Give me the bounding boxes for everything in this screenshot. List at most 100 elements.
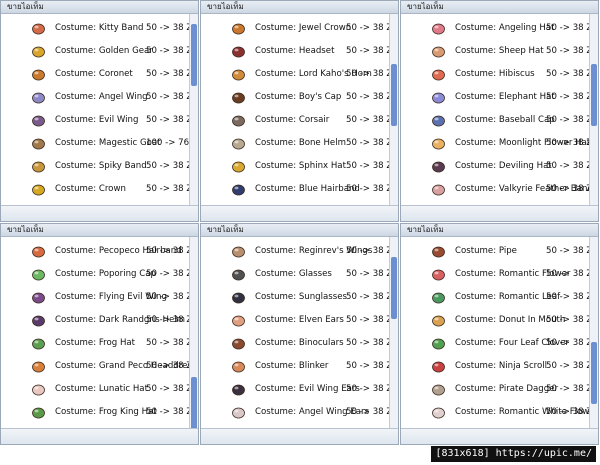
list-item[interactable]: Costume: Frog King Hat 50 -> 38 Z (1, 401, 189, 424)
vertical-scrollbar[interactable] (189, 237, 198, 439)
list-item[interactable]: Costume: Crown 50 -> 38 Z (1, 178, 189, 201)
scrollbar-thumb[interactable] (591, 342, 597, 404)
list-item[interactable]: Costume: Pirate Dagger 50 -> 38 Z (401, 378, 589, 401)
list-item[interactable]: Costume: Blue Hairband 50 -> 38 Z (201, 178, 389, 201)
scrollbar-thumb[interactable] (391, 257, 397, 319)
costume-item-icon (32, 315, 45, 327)
list-item[interactable]: Costume: Dark Randgris Helm 50 -> 38 Z (1, 309, 189, 332)
list-item[interactable]: Costume: Romantic Flower 50 -> 38 Z (401, 263, 589, 286)
list-item[interactable]: Costume: Elephant Hat 50 -> 38 Z (401, 86, 589, 109)
scrollbar-thumb[interactable] (391, 64, 397, 126)
shop-window-4: ขายไอเท็ม Costume: Pecopeco Hairband 50 ->… (0, 223, 199, 445)
list-item[interactable]: Costume: Pecopeco Hairband 50 -> 38 Z (1, 240, 189, 263)
item-name: Costume: Pecopeco Hairband (55, 246, 182, 256)
list-item[interactable]: Costume: Deviling Hat 50 -> 38 Z (401, 155, 589, 178)
item-price: 50 -> 38 Z (346, 315, 389, 325)
item-price: 50 -> 38 Z (146, 23, 189, 33)
list-item[interactable]: Costume: Angeling Hat 50 -> 38 Z (401, 17, 589, 40)
item-name: Costume: Corsair (255, 115, 330, 125)
costume-item-icon (232, 361, 245, 373)
costume-item-icon (432, 246, 445, 258)
item-name: Costume: Sheep Hat (455, 46, 544, 56)
list-item[interactable]: Costume: Donut In Mouth 50 -> 38 Z (401, 309, 589, 332)
list-item[interactable]: Costume: Headset 50 -> 38 Z (201, 40, 389, 63)
list-item[interactable]: Costume: Kitty Band 50 -> 38 Z (1, 17, 189, 40)
costume-item-icon (32, 338, 45, 350)
list-item[interactable]: Costume: Ninja Scroll 50 -> 38 Z (401, 355, 589, 378)
item-price: 50 -> 38 Z (346, 384, 389, 394)
list-item[interactable]: Costume: Corsair 50 -> 38 Z (201, 109, 389, 132)
list-item[interactable]: Costume: Baseball Cap 50 -> 38 Z (401, 109, 589, 132)
item-price: 50 -> 38 Z (346, 361, 389, 371)
window-title[interactable]: ขายไอเท็ม (201, 224, 398, 237)
list-item[interactable]: Costume: Coronet 50 -> 38 Z (1, 63, 189, 86)
list-item[interactable]: Costume: Glasses 50 -> 38 Z (201, 263, 389, 286)
window-title[interactable]: ขายไอเท็ม (401, 1, 598, 14)
list-item[interactable]: Costume: Angel Wing 50 -> 38 Z (1, 86, 189, 109)
list-item[interactable]: Costume: Grand Peco Headdress 50 -> 38 Z (1, 355, 189, 378)
list-item[interactable]: Costume: Pipe 50 -> 38 Z (401, 240, 589, 263)
list-item[interactable]: Costume: Romantic Leaf 50 -> 38 Z (401, 286, 589, 309)
vertical-scrollbar[interactable] (389, 14, 398, 205)
list-item[interactable]: Costume: Blinker 50 -> 38 Z (201, 355, 389, 378)
scrollbar-thumb[interactable] (591, 64, 597, 126)
scrollbar-thumb[interactable] (191, 24, 197, 86)
item-price: 50 -> 38 Z (346, 92, 389, 102)
costume-item-icon (432, 338, 445, 350)
window-title[interactable]: ขายไอเท็ม (1, 224, 198, 237)
list-item[interactable]: Costume: Golden Gear 50 -> 38 Z (1, 40, 189, 63)
window-bottom-bar (201, 428, 398, 444)
vertical-scrollbar[interactable] (189, 14, 198, 205)
costume-item-icon (232, 292, 245, 304)
list-item[interactable]: Costume: Valkyrie Feather Band 50 -> 38 Z (401, 178, 589, 201)
list-item[interactable]: Costume: Bone Helm 50 -> 38 Z (201, 132, 389, 155)
vertical-scrollbar[interactable] (589, 237, 598, 428)
costume-item-icon (232, 23, 245, 35)
list-item[interactable]: Costume: Evil Wing 50 -> 38 Z (1, 109, 189, 132)
item-name: Costume: Headset (255, 46, 335, 56)
list-item[interactable]: Costume: Boy's Cap 50 -> 38 Z (201, 86, 389, 109)
list-item[interactable]: Costume: Spiky Band 50 -> 38 Z (1, 155, 189, 178)
list-item[interactable]: Costume: Moonlight Flower Hat 50 -> 38 Z (401, 132, 589, 155)
window-bottom-bar (1, 205, 198, 221)
item-price: 50 -> 38 Z (346, 23, 389, 33)
list-item[interactable]: Costume: Reginrev's Wings 50 -> 38 Z (201, 240, 389, 263)
list-item[interactable]: Costume: Romantic White Flower 50 -> 38 Z (401, 401, 589, 424)
list-item[interactable]: Costume: Evil Wing Ears 50 -> 38 Z (201, 378, 389, 401)
window-title[interactable]: ขายไอเท็ม (401, 224, 598, 237)
list-item[interactable]: Costume: Flying Evil Wing 50 -> 38 Z (1, 286, 189, 309)
costume-item-icon (32, 407, 45, 419)
list-item[interactable]: Costume: Poporing Cap 50 -> 38 Z (1, 263, 189, 286)
list-item[interactable]: Costume: Angel Wing Ears 50 -> 38 Z (201, 401, 389, 424)
list-item[interactable]: Costume: Jewel Crown 50 -> 38 Z (201, 17, 389, 40)
window-title[interactable]: ขายไอเท็ม (201, 1, 398, 14)
list-item[interactable]: Costume: Sphinx Hat 50 -> 38 Z (201, 155, 389, 178)
window-title[interactable]: ขายไอเท็ม (1, 1, 198, 14)
item-price: 50 -> 38 Z (546, 138, 589, 148)
item-price: 50 -> 38 Z (546, 407, 589, 417)
list-item[interactable]: Costume: Binoculars 50 -> 38 Z (201, 332, 389, 355)
list-item[interactable]: Costume: Sheep Hat 50 -> 38 Z (401, 40, 589, 63)
costume-item-icon (32, 23, 45, 35)
list-item[interactable]: Costume: Lord Kaho's Horn 50 -> 38 Z (201, 63, 389, 86)
item-price: 50 -> 38 Z (346, 184, 389, 194)
costume-item-icon (432, 69, 445, 81)
list-item[interactable]: Costume: Elven Ears 50 -> 38 Z (201, 309, 389, 332)
vertical-scrollbar[interactable] (389, 237, 398, 428)
list-item[interactable]: Costume: Four Leaf Clover 50 -> 38 Z (401, 332, 589, 355)
item-name: Costume: Sunglasses (255, 292, 348, 302)
list-item[interactable]: Costume: Frog Hat 50 -> 38 Z (1, 332, 189, 355)
costume-item-icon (432, 407, 445, 419)
list-item[interactable]: Costume: Lunatic Hat 50 -> 38 Z (1, 378, 189, 401)
item-price: 50 -> 38 Z (346, 407, 389, 417)
list-item[interactable]: Costume: Hibiscus 50 -> 38 Z (401, 63, 589, 86)
list-item[interactable]: Costume: Sunglasses 50 -> 38 Z (201, 286, 389, 309)
costume-item-icon (32, 184, 45, 196)
vertical-scrollbar[interactable] (589, 14, 598, 205)
list-item[interactable]: Costume: Magestic Goat100 -> 76 Z (1, 132, 189, 155)
item-name: Costume: Angel Wing (55, 92, 148, 102)
item-price: 50 -> 38 Z (146, 384, 189, 394)
costume-item-icon (232, 92, 245, 104)
item-name: Costume: Evil Wing Ears (255, 384, 360, 394)
item-price: 50 -> 38 Z (546, 292, 589, 302)
